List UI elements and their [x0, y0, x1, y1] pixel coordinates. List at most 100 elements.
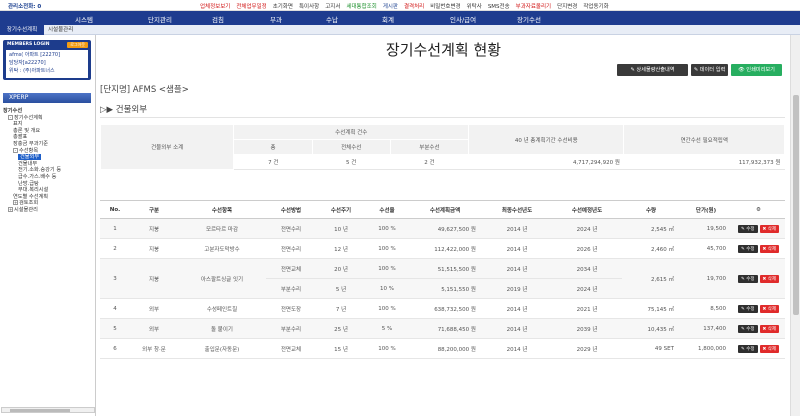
row-rate: 100 % [366, 338, 408, 359]
row-last-year: 2014 년 [482, 258, 552, 279]
top-link[interactable]: 세대통합조회 [346, 2, 376, 10]
logout-button[interactable]: 로그아웃 [67, 42, 88, 48]
edit-button[interactable]: ✎ 수정 [738, 274, 758, 283]
row-item: 수성페인트칠 [178, 298, 266, 319]
tree-item[interactable]: - 수선항목 [13, 147, 38, 154]
row-amount: 49,627,500 원 [408, 218, 482, 239]
tree-item[interactable]: 전기.소화.승강기 등 [18, 167, 61, 173]
tree-item[interactable]: 연도별 수선계획 [13, 194, 48, 200]
top-link[interactable]: 부과자료올리기 [516, 2, 551, 10]
tree-item[interactable]: 장충금 부과기준 [13, 141, 48, 147]
row-number: 4 [100, 298, 130, 319]
yearly-reserve-value: 117,932,373 원 [623, 154, 785, 170]
tree-item[interactable]: 부대.복리시설 [18, 187, 48, 193]
column-header: 수선방법 [266, 200, 316, 219]
top-link[interactable]: 게시판 [383, 2, 398, 10]
nav-menu-item[interactable]: 검침 [212, 14, 224, 24]
tree-item[interactable]: 총론 및 개요 [13, 128, 40, 134]
nav-menu-item[interactable]: 단지관리 [148, 14, 172, 24]
row-cycle: 10 년 [316, 218, 366, 239]
login-user: 담당자[a22270] [9, 60, 46, 66]
tree-item[interactable]: 건물내부 [18, 161, 37, 167]
data-input-button[interactable]: ✎ 데이터 입력 [691, 64, 728, 76]
top-link[interactable]: 결격처리 [404, 2, 424, 10]
nav-menu-item[interactable]: 수납 [326, 14, 338, 24]
top-link[interactable]: SMS전송 [488, 2, 510, 10]
top-link[interactable]: 위탁사 [467, 2, 482, 10]
row-unit-price: 19,500 [680, 218, 732, 239]
tree-item[interactable]: + 검토조회 [13, 200, 38, 206]
row-rate: 5 % [366, 318, 408, 339]
subnav-long-term-plan[interactable]: 장기수선계획 [0, 25, 44, 35]
summary-rowhead: 건물외부 소계 [99, 124, 235, 170]
delete-button[interactable]: ✖ 삭제 [759, 244, 779, 253]
page-vertical-scrollbar[interactable] [790, 35, 800, 416]
print-preview-button[interactable]: 👁 인쇄미리보기 [731, 64, 782, 76]
collapse-icon[interactable]: - [13, 147, 18, 153]
partial-repair-label: 부분수선 [389, 139, 470, 155]
yearly-reserve-header: 연간수선 필요적립액 [623, 124, 785, 155]
detail-quantity-button[interactable]: ✎ 상세물량산출내역 [617, 64, 688, 76]
tree-item-label: 장기수선계획 [14, 114, 43, 121]
tree-item-label: 연도별 수선계획 [13, 193, 49, 200]
row-amount: 71,688,450 원 [408, 318, 482, 339]
top-link[interactable]: 고지서 [325, 2, 340, 10]
expand-icon[interactable]: + [13, 200, 18, 206]
row-unit-price: 8,500 [680, 298, 732, 319]
row-category: 외부 [130, 318, 178, 339]
edit-button[interactable]: ✎ 수정 [738, 224, 758, 233]
row-amount: 112,422,000 원 [408, 238, 482, 259]
top-link[interactable]: 비밀번호변경 [430, 2, 460, 10]
row-cycle: 7 년 [316, 298, 366, 319]
top-link[interactable]: 작업동기화 [583, 2, 608, 10]
column-header: 수선계획금액 [408, 200, 482, 219]
edit-button[interactable]: ✎ 수정 [738, 324, 758, 333]
edit-button[interactable]: ✎ 수정 [738, 304, 758, 313]
subnav-facility[interactable]: 시설물관리 [48, 25, 73, 35]
tree-item[interactable]: 건물외부 [18, 154, 42, 161]
summary-table: 건물외부 소계 수선계획 건수 40 년 총계획기간 수선비용 연간수선 필요적… [99, 124, 785, 170]
tree-item-label: 장충금 부과기준 [13, 141, 49, 147]
nav-menu-item[interactable]: 인사/급여 [450, 14, 476, 24]
row-item: 아스팔트싱글 잇기 [178, 258, 266, 299]
top-link[interactable]: 초기화면 [273, 2, 293, 10]
delete-button[interactable]: ✖ 삭제 [759, 224, 779, 233]
top-links: 업체정보보기 전체업무일정 초기화면 특이사항 고지서 세대통합조회 게시판 결격처리 비밀번호… [200, 2, 609, 10]
row-method: 전면교체 [266, 258, 316, 279]
edit-button[interactable]: ✎ 수정 [738, 244, 758, 253]
top-link[interactable]: 단지변경 [557, 2, 577, 10]
total-count: 7 건 [233, 154, 313, 170]
tree-item[interactable]: 급수.가스.배수 등 [18, 174, 56, 180]
row-method: 부분수리 [266, 318, 316, 339]
delete-button[interactable]: ✖ 삭제 [759, 304, 779, 313]
row-amount: 638,732,500 원 [408, 298, 482, 319]
edit-button[interactable]: ✎ 수정 [738, 344, 758, 353]
tree-item[interactable]: 표지 [13, 121, 23, 127]
tree-item[interactable]: 장기수선 [3, 108, 22, 114]
members-login-box: MEMBERS LOGIN 로그아웃 afms( 아파트 [22270] 담당자… [3, 40, 91, 80]
table-row: 5 외부 돌 붙이기 부분수리 25 년5 % 71,688,450 원 2014 년 203… [100, 318, 785, 339]
nav-menu-item[interactable]: 부과 [270, 14, 282, 24]
nav-menu-item[interactable]: 시스템 [75, 14, 93, 24]
tree-item[interactable]: 난방.급탕 [18, 181, 39, 187]
row-unit-price: 1,800,000 [680, 338, 732, 359]
tree-item[interactable]: 총괄표 [13, 134, 27, 140]
row-last-year: 2019 년 [482, 278, 552, 299]
tree-item[interactable]: - 장기수선계획 [8, 114, 43, 121]
row-number: 6 [100, 338, 130, 359]
top-link[interactable]: 업체정보보기 [200, 2, 230, 10]
expand-icon[interactable]: + [8, 207, 13, 212]
delete-button[interactable]: ✖ 삭제 [759, 324, 779, 333]
row-unit-price: 137,400 [680, 318, 732, 339]
sidebar-horizontal-scrollbar[interactable] [1, 407, 95, 413]
top-link[interactable]: 전체업무일정 [236, 2, 266, 10]
tree-item[interactable]: + 시설물관리 [8, 207, 38, 213]
delete-button[interactable]: ✖ 삭제 [759, 344, 779, 353]
top-link[interactable]: 특이사항 [299, 2, 319, 10]
row-quantity: 10,435 ㎡ [622, 318, 680, 339]
nav-menu-item[interactable]: 회계 [382, 14, 394, 24]
collapse-icon[interactable]: - [8, 114, 13, 120]
delete-button[interactable]: ✖ 삭제 [759, 274, 779, 283]
nav-menu-item[interactable]: 장기수선 [517, 14, 541, 24]
login-site: afms( 아파트 [22270] [9, 52, 61, 58]
